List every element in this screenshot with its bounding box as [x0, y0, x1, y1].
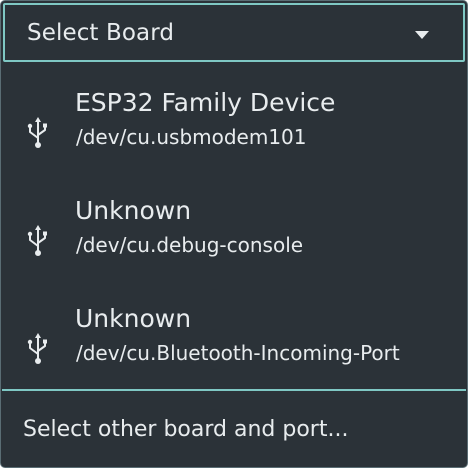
select-board-toggle[interactable]: Select Board [3, 3, 465, 62]
board-name: Unknown [75, 304, 192, 333]
port-path: /dev/cu.usbmodem101 [76, 125, 307, 149]
select-other-board-label: Select other board and port... [23, 416, 349, 442]
port-list: ESP32 Family Device /dev/cu.usbmodem101 [2, 64, 466, 390]
port-item-usbmodem101[interactable]: ESP32 Family Device /dev/cu.usbmodem101 [2, 80, 466, 188]
usb-icon [26, 224, 50, 258]
usb-icon [26, 332, 50, 366]
select-other-board-button[interactable]: Select other board and port... [2, 391, 466, 467]
caret-down-icon[interactable] [415, 31, 429, 39]
port-path: /dev/cu.Bluetooth-Incoming-Port [76, 341, 400, 365]
usb-icon [26, 116, 50, 150]
port-path: /dev/cu.debug-console [76, 233, 304, 257]
select-board-label: Select Board [27, 19, 175, 46]
port-item-bluetooth-incoming[interactable]: Unknown /dev/cu.Bluetooth-Incoming-Port [2, 296, 466, 404]
board-name: ESP32 Family Device [75, 88, 336, 117]
board-name: Unknown [75, 196, 192, 225]
port-item-debug-console[interactable]: Unknown /dev/cu.debug-console [2, 188, 466, 296]
board-selector-dropdown: Select Board ESP32 Family Device /dev/cu… [0, 0, 468, 468]
